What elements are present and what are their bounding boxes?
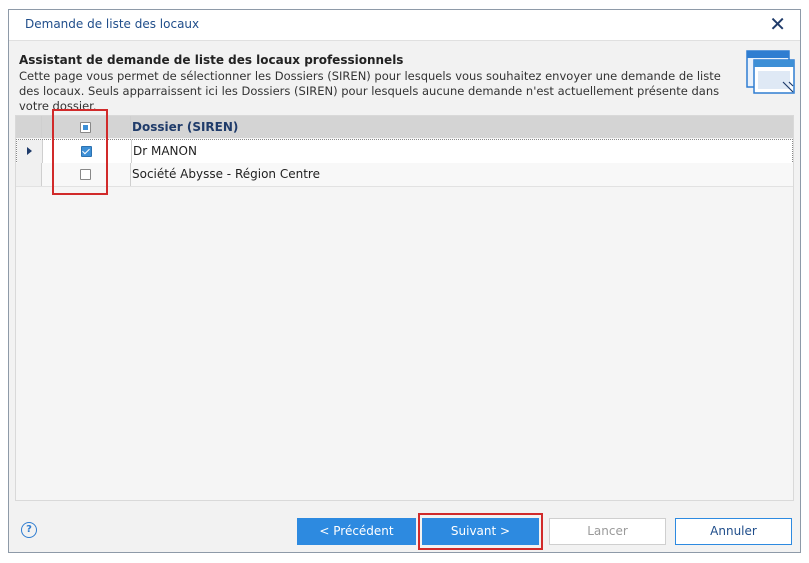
table-row[interactable]: Société Abysse - Région Centre (16, 163, 793, 187)
dossier-name: Société Abysse - Région Centre (132, 167, 320, 181)
current-row-arrow-icon (27, 147, 32, 155)
close-icon[interactable]: ✕ (769, 12, 786, 36)
launch-button[interactable]: Lancer (549, 518, 666, 545)
cancel-button[interactable]: Annuler (675, 518, 792, 545)
wizard-description: Cette page vous permet de sélectionner l… (19, 69, 721, 113)
dialog-window: Demande de liste des locaux ✕ Assistant … (8, 9, 801, 553)
row-checkbox[interactable] (80, 169, 91, 180)
row-checkbox-cell (43, 140, 132, 163)
dossier-grid: Dossier (SIREN) Dr MANON Société Abysse … (15, 115, 794, 501)
select-all-cell (42, 116, 131, 138)
help-icon[interactable]: ? (21, 522, 37, 538)
wizard-window-icon (746, 50, 795, 94)
next-button[interactable]: Suivant > (422, 518, 539, 545)
row-selector[interactable] (16, 163, 42, 186)
title-bar: Demande de liste des locaux ✕ (9, 10, 800, 41)
table-row[interactable]: Dr MANON (16, 139, 793, 164)
row-checkbox-cell (42, 163, 131, 186)
column-header-dossier[interactable]: Dossier (SIREN) (132, 120, 238, 134)
wizard-title: Assistant de demande de liste des locaux… (19, 53, 404, 67)
row-selector[interactable] (17, 140, 43, 163)
row-checkbox[interactable] (81, 146, 92, 157)
dossier-name: Dr MANON (133, 144, 197, 158)
select-all-checkbox[interactable] (80, 122, 91, 133)
row-selector-header (16, 116, 42, 138)
previous-button[interactable]: < Précédent (297, 518, 416, 545)
dialog-title: Demande de liste des locaux (25, 17, 200, 31)
grid-header-row: Dossier (SIREN) (16, 116, 793, 138)
